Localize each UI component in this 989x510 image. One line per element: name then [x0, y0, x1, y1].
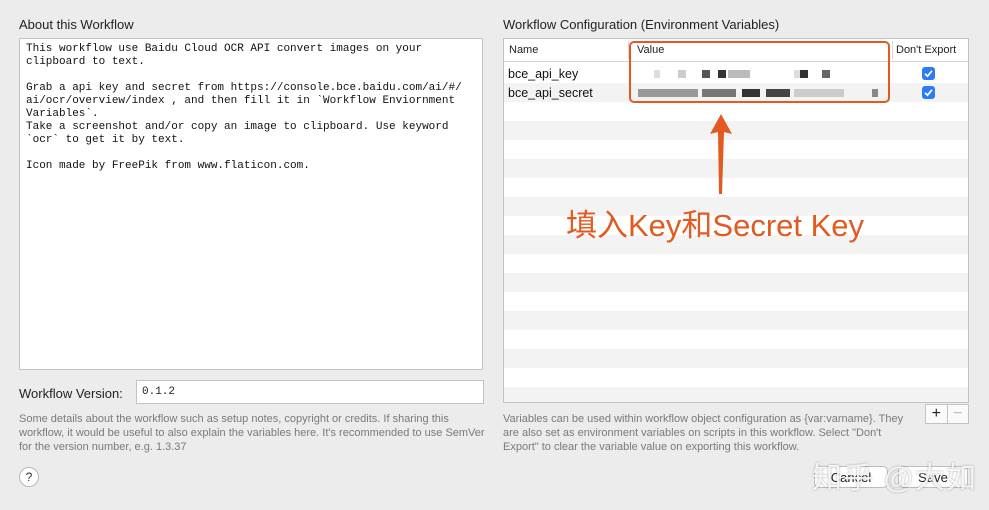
empty-row	[504, 102, 968, 121]
empty-row	[504, 121, 968, 140]
help-button[interactable]: ?	[19, 467, 39, 487]
remove-variable-button[interactable]: −	[946, 405, 969, 423]
about-help-text: Some details about the workflow such as …	[19, 413, 485, 453]
watermark: 知乎 @大如	[812, 462, 977, 495]
empty-row	[504, 387, 968, 402]
checkmark-icon	[924, 70, 933, 78]
empty-row	[504, 254, 968, 273]
empty-row	[504, 311, 968, 330]
version-input[interactable]: 0.1.2	[136, 380, 484, 404]
add-variable-button[interactable]: +	[926, 405, 947, 423]
config-section-title: Workflow Configuration (Environment Vari…	[503, 17, 780, 32]
about-textarea[interactable]: This workflow use Baidu Cloud OCR API co…	[19, 38, 483, 370]
checkmark-icon	[924, 89, 933, 97]
empty-row	[504, 159, 968, 178]
empty-row	[504, 273, 968, 292]
empty-row	[504, 140, 968, 159]
variable-name: bce_api_secret	[508, 86, 593, 100]
empty-row	[504, 292, 968, 311]
annotation-text: 填入Key和Secret Key	[566, 208, 865, 243]
about-section-title: About this Workflow	[19, 17, 134, 32]
dont-export-checkbox[interactable]	[922, 86, 935, 99]
arrow-up-icon	[710, 114, 732, 194]
empty-row	[504, 178, 968, 197]
empty-row	[504, 330, 968, 349]
dont-export-checkbox[interactable]	[922, 67, 935, 80]
value-highlight-box	[629, 41, 890, 103]
column-separator	[892, 41, 893, 59]
version-label: Workflow Version:	[19, 386, 123, 401]
version-value: 0.1.2	[142, 386, 176, 398]
empty-row	[504, 368, 968, 387]
config-help-text: Variables can be used within workflow ob…	[503, 413, 904, 453]
add-remove-control: + −	[925, 404, 969, 424]
column-header-name[interactable]: Name	[509, 44, 538, 56]
column-header-dont-export[interactable]: Don't Export	[896, 44, 956, 56]
empty-row	[504, 349, 968, 368]
variable-name: bce_api_key	[508, 67, 579, 81]
